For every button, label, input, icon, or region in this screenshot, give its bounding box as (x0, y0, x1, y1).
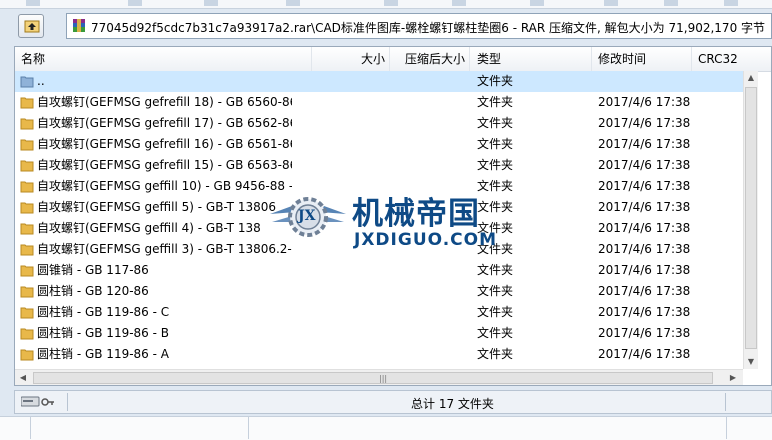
horizontal-scrollbar[interactable]: ◀ ||| ▶ (15, 369, 743, 385)
row-name: 自攻螺钉(GEFMSG geffill 3) - GB-T 13806.2-92… (37, 242, 292, 256)
row-date: 2017/4/6 17:38 (598, 242, 691, 256)
row-date: 2017/4/6 17:38 (598, 95, 691, 109)
scroll-left-arrow[interactable]: ◀ (15, 370, 31, 385)
column-type[interactable]: 类型 (470, 47, 592, 71)
address-bar-row: 77045d92f5cdc7b31c7a93917a2.rar\CAD标准件图库… (14, 11, 772, 41)
watermark-title: 机械帝国 (352, 196, 480, 232)
row-name: 自攻螺钉(GEFMSG geffill 4) - GB-T 138 (37, 221, 261, 235)
status-summary: 总计 17 文件夹 (411, 397, 494, 411)
row-type: 文件夹 (477, 263, 514, 277)
table-row[interactable]: 自攻螺钉(GEFMSG gefrefill 15) - GB 6563-86 文… (15, 155, 757, 176)
row-name: 自攻螺钉(GEFMSG gefrefill 16) - GB 6561-86 (37, 137, 292, 151)
watermark-url: JXDIGUO.COM (354, 230, 498, 250)
row-name: 圆柱销 - GB 119-86 - A (37, 347, 169, 361)
address-path: 77045d92f5cdc7b31c7a93917a2.rar\CAD标准件图库… (91, 21, 766, 35)
row-date: 2017/4/6 17:38 (598, 284, 691, 298)
row-name: 自攻螺钉(GEFMSG geffill 10) - GB 9456-88 - F (37, 179, 292, 193)
column-size[interactable]: 大小 (312, 47, 390, 71)
scroll-down-arrow[interactable]: ▼ (744, 355, 758, 369)
watermark-logo: JX 机械帝国 JXDIGUO.COM (268, 186, 538, 256)
folder-icon (20, 97, 34, 109)
row-name: 圆柱销 - GB 120-86 (37, 284, 149, 298)
drive-key-icon (21, 396, 54, 407)
row-name: 圆锥销 - GB 117-86 (37, 263, 149, 277)
row-date: 2017/4/6 17:38 (598, 326, 691, 340)
folder-icon (20, 244, 34, 256)
row-name: 圆柱销 - GB 119-86 - B (37, 326, 170, 340)
rar-archive-icon (73, 19, 85, 32)
folder-icon (20, 181, 34, 193)
table-row[interactable]: 圆柱销 - GB 119-86 - A 文件夹 2017/4/6 17:38 (15, 344, 757, 365)
folder-icon (20, 223, 34, 235)
row-name: 自攻螺钉(GEFMSG geffill 5) - GB-T 13806 (37, 200, 276, 214)
column-header: 名称 大小 压缩后大小 类型 修改时间 CRC32 (15, 47, 771, 72)
row-type: 文件夹 (477, 158, 514, 172)
row-type: 文件夹 (477, 326, 514, 340)
table-row[interactable]: 圆柱销 - GB 119-86 - B 文件夹 2017/4/6 17:38 (15, 323, 757, 344)
scroll-right-arrow[interactable]: ▶ (725, 370, 741, 385)
folder-icon (20, 118, 34, 130)
folder-icon (20, 286, 34, 298)
window-bottom-edge (0, 416, 772, 440)
up-arrow-icon (24, 20, 40, 33)
folder-icon (20, 265, 34, 277)
row-type: 文件夹 (477, 284, 514, 298)
table-row[interactable]: .. 文件夹 (15, 71, 757, 92)
top-toolbar-edge (0, 0, 772, 9)
folder-icon (20, 160, 34, 172)
scroll-grip-icon: ||| (379, 374, 388, 383)
folder-icon (20, 328, 34, 340)
watermark-badge: JX (298, 208, 316, 224)
status-bar: 总计 17 文件夹 (14, 390, 772, 414)
table-row[interactable]: 圆锥销 - GB 117-86 文件夹 2017/4/6 17:38 (15, 260, 757, 281)
horizontal-scroll-thumb[interactable]: ||| (33, 372, 713, 384)
row-date: 2017/4/6 17:38 (598, 221, 691, 235)
folder-icon (20, 139, 34, 151)
row-type: 文件夹 (477, 305, 514, 319)
address-field[interactable]: 77045d92f5cdc7b31c7a93917a2.rar\CAD标准件图库… (66, 13, 772, 39)
vertical-scroll-thumb[interactable] (745, 87, 757, 349)
row-name: 自攻螺钉(GEFMSG gefrefill 15) - GB 6563-86 (37, 158, 292, 172)
row-name: .. (37, 74, 45, 88)
table-row[interactable]: 自攻螺钉(GEFMSG gefrefill 18) - GB 6560-86 文… (15, 92, 757, 113)
row-name: 自攻螺钉(GEFMSG gefrefill 18) - GB 6560-86 (37, 95, 292, 109)
row-name: 圆柱销 - GB 119-86 - C (37, 305, 170, 319)
column-name[interactable]: 名称 (15, 47, 312, 71)
row-date: 2017/4/6 17:38 (598, 116, 691, 130)
column-modified[interactable]: 修改时间 (592, 47, 692, 71)
vertical-scrollbar[interactable]: ▲ ▼ (743, 71, 758, 369)
up-folder-button[interactable] (18, 14, 44, 38)
column-packed-size[interactable]: 压缩后大小 (390, 47, 470, 71)
scroll-up-arrow[interactable]: ▲ (744, 71, 758, 85)
folder-icon (20, 349, 34, 361)
parent-folder-icon (20, 76, 34, 88)
row-date: 2017/4/6 17:38 (598, 179, 691, 193)
row-date: 2017/4/6 17:38 (598, 137, 691, 151)
row-type: 文件夹 (477, 137, 514, 151)
row-date (598, 71, 708, 92)
row-date: 2017/4/6 17:38 (598, 158, 691, 172)
table-row[interactable]: 圆柱销 - GB 119-86 - C 文件夹 2017/4/6 17:38 (15, 302, 757, 323)
row-name: 自攻螺钉(GEFMSG gefrefill 17) - GB 6562-86 (37, 116, 292, 130)
column-crc32[interactable]: CRC32 (692, 47, 771, 71)
row-type: 文件夹 (477, 116, 514, 130)
row-type: 文件夹 (477, 347, 514, 361)
row-type: 文件夹 (477, 95, 514, 109)
row-date: 2017/4/6 17:38 (598, 263, 691, 277)
folder-icon (20, 307, 34, 319)
table-row[interactable]: 圆柱销 - GB 120-86 文件夹 2017/4/6 17:38 (15, 281, 757, 302)
folder-icon (20, 202, 34, 214)
row-date: 2017/4/6 17:38 (598, 305, 691, 319)
table-row[interactable]: 自攻螺钉(GEFMSG gefrefill 17) - GB 6562-86 文… (15, 113, 757, 134)
row-type: 文件夹 (477, 74, 514, 88)
row-date: 2017/4/6 17:38 (598, 347, 691, 361)
row-date: 2017/4/6 17:38 (598, 200, 691, 214)
table-row[interactable]: 自攻螺钉(GEFMSG gefrefill 16) - GB 6561-86 文… (15, 134, 757, 155)
